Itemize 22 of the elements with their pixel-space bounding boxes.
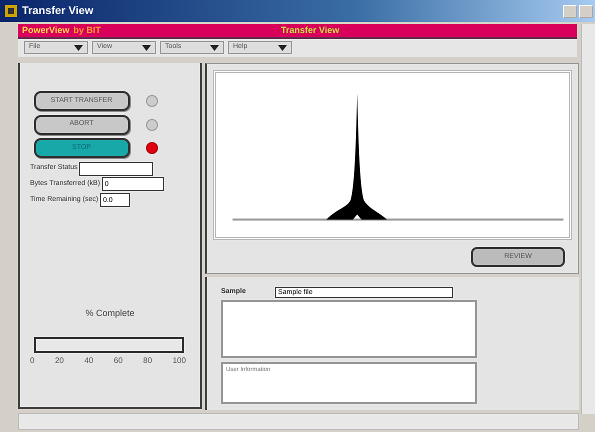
- app-vendor: by BIT: [72, 24, 101, 37]
- view-title: Transfer View: [280, 24, 340, 37]
- caret-icon: [278, 44, 287, 50]
- minimize-button[interactable]: [563, 4, 577, 18]
- tick-label: 80: [143, 354, 152, 366]
- maximize-button[interactable]: [579, 4, 593, 18]
- tick-label: 20: [54, 354, 64, 366]
- tick-label: 60: [114, 354, 123, 366]
- window-title: Transfer View: [21, 4, 94, 19]
- notes-field[interactable]: [221, 300, 477, 358]
- vertical-scrollbar[interactable]: [581, 24, 595, 414]
- input-field[interactable]: [79, 162, 154, 176]
- tick-label: 100: [172, 354, 186, 366]
- horizontal-scrollbar[interactable]: [18, 413, 579, 430]
- progress-label: % Complete: [84, 307, 136, 320]
- tick-label: 0: [30, 354, 34, 366]
- caret-icon: [142, 44, 151, 50]
- app-name: PowerView: [21, 24, 70, 37]
- caret-icon: [210, 44, 219, 50]
- app-icon: [4, 4, 18, 18]
- caret-icon: [74, 44, 83, 50]
- tick-label: 40: [84, 354, 94, 366]
